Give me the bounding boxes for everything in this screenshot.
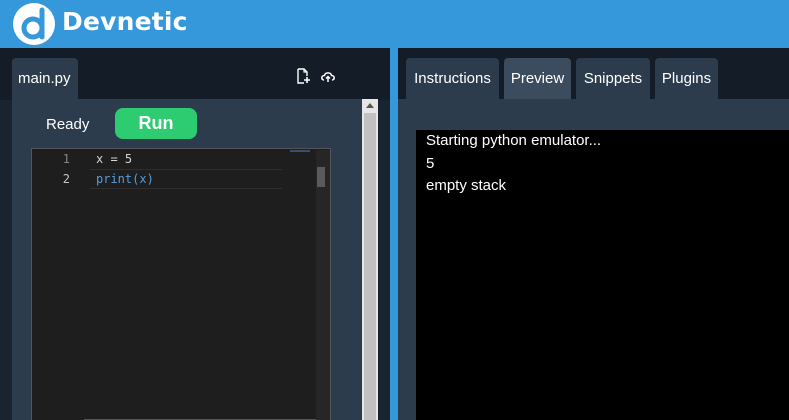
- code-line[interactable]: x = 5: [96, 152, 132, 166]
- line-number: 2: [62, 172, 70, 186]
- console-line: Starting python emulator...: [426, 132, 602, 149]
- new-file-icon[interactable]: [296, 68, 311, 84]
- app-title: Devnetic: [62, 7, 188, 36]
- tab-snippets[interactable]: Snippets: [576, 58, 650, 99]
- console-output[interactable]: [416, 130, 789, 420]
- panel-scrollbar-thumb[interactable]: [364, 113, 376, 420]
- devnetic-logo-icon[interactable]: [12, 2, 56, 46]
- line-number-gutter: [32, 149, 84, 420]
- scroll-up-arrow-icon[interactable]: [366, 103, 374, 108]
- cloud-upload-icon[interactable]: [320, 68, 336, 84]
- code-line[interactable]: print(x): [96, 172, 154, 186]
- editor-scrollbar[interactable]: [316, 150, 330, 420]
- code-line-text: x = 5: [96, 152, 133, 166]
- line-number: 1: [62, 152, 70, 166]
- file-tab-main[interactable]: main.py: [12, 58, 78, 99]
- console-line: empty stack: [426, 177, 507, 194]
- tab-plugins[interactable]: Plugins: [655, 58, 718, 99]
- run-button[interactable]: Run: [115, 108, 197, 139]
- panel-divider[interactable]: [390, 48, 398, 420]
- code-line-text: print(x): [96, 172, 154, 186]
- tab-preview[interactable]: Preview: [504, 58, 571, 99]
- console-line: 5: [426, 155, 435, 172]
- tab-instructions[interactable]: Instructions: [406, 58, 499, 99]
- minimap-preview: [290, 150, 310, 152]
- status-text: Ready: [46, 116, 90, 133]
- editor-scrollbar-thumb[interactable]: [317, 167, 325, 187]
